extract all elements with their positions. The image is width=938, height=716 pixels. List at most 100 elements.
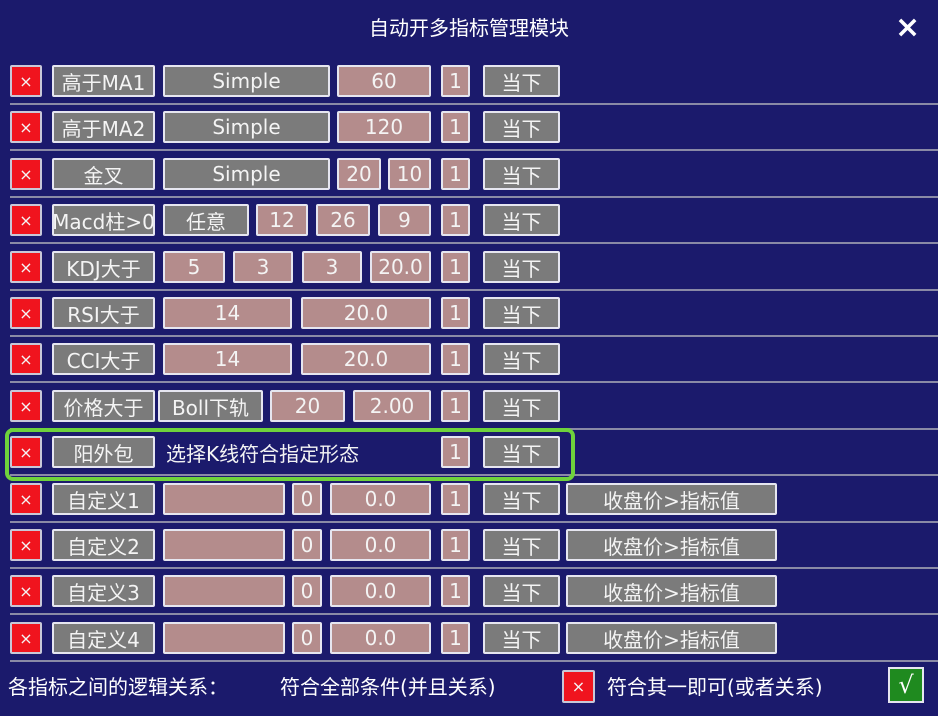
indicator-name-button[interactable]: 自定义4 <box>52 622 155 654</box>
button[interactable]: 当下 <box>483 575 560 607</box>
value-field[interactable]: 1 <box>441 390 470 422</box>
indicator-name-button[interactable]: 价格大于 <box>52 390 155 422</box>
value-field[interactable]: 0.0 <box>330 575 431 607</box>
remove-icon[interactable]: × <box>10 111 42 143</box>
button[interactable]: 收盘价>指标值 <box>566 483 777 515</box>
button[interactable]: 当下 <box>483 529 560 561</box>
value-field[interactable]: 20.0 <box>301 343 431 375</box>
row-divider <box>10 149 938 151</box>
value-field[interactable]: 3 <box>233 251 293 283</box>
value-field[interactable]: 5 <box>163 251 225 283</box>
or-option-checkbox[interactable]: √ <box>888 667 924 703</box>
value-field[interactable]: 3 <box>302 251 362 283</box>
button[interactable]: Simple <box>163 65 330 97</box>
indicator-name-button[interactable]: 自定义2 <box>52 529 155 561</box>
close-icon[interactable]: × <box>895 10 920 45</box>
value-field[interactable]: 20 <box>270 390 345 422</box>
remove-icon[interactable]: × <box>10 390 42 422</box>
indicator-name-button[interactable]: 金叉 <box>52 158 155 190</box>
value-field[interactable]: 1 <box>441 622 470 654</box>
indicator-name-button[interactable]: CCI大于 <box>52 343 155 375</box>
value-field[interactable]: 0.0 <box>330 622 431 654</box>
selected-row-highlight <box>5 428 575 481</box>
value-field[interactable]: 60 <box>337 65 431 97</box>
remove-icon[interactable]: × <box>10 251 42 283</box>
button[interactable]: Boll下轨 <box>158 390 263 422</box>
remove-icon[interactable]: × <box>10 65 42 97</box>
button[interactable]: 收盘价>指标值 <box>566 529 777 561</box>
value-field[interactable]: 20 <box>337 158 381 190</box>
button[interactable]: 当下 <box>483 622 560 654</box>
indicator-name-button[interactable]: 高于MA2 <box>52 111 155 143</box>
button[interactable]: Simple <box>163 111 330 143</box>
button[interactable]: 当下 <box>483 343 560 375</box>
value-field[interactable]: 0.0 <box>330 529 431 561</box>
value-field[interactable] <box>163 529 285 561</box>
button[interactable]: 当下 <box>483 158 560 190</box>
value-field[interactable]: 26 <box>316 204 370 236</box>
value-field[interactable] <box>163 575 285 607</box>
value-field[interactable]: 10 <box>388 158 431 190</box>
and-option-checkbox[interactable]: × <box>562 670 595 703</box>
value-field[interactable]: 20.0 <box>370 251 431 283</box>
button[interactable]: Simple <box>163 158 330 190</box>
remove-icon[interactable]: × <box>10 343 42 375</box>
value-field[interactable]: 1 <box>441 204 470 236</box>
remove-icon[interactable]: × <box>10 529 42 561</box>
value-field[interactable]: 1 <box>441 158 470 190</box>
indicator-name-button[interactable]: KDJ大于 <box>52 251 155 283</box>
value-field[interactable]: 9 <box>378 204 431 236</box>
button[interactable]: 当下 <box>483 111 560 143</box>
button[interactable]: 收盘价>指标值 <box>566 622 777 654</box>
indicator-name-button[interactable]: 自定义3 <box>52 575 155 607</box>
value-field[interactable]: 20.0 <box>301 297 431 329</box>
indicator-name-button[interactable]: 自定义1 <box>52 483 155 515</box>
value-field[interactable]: 1 <box>441 483 470 515</box>
row-divider <box>10 103 938 105</box>
button[interactable]: 当下 <box>483 390 560 422</box>
button[interactable]: 当下 <box>483 65 560 97</box>
value-field[interactable]: 1 <box>441 343 470 375</box>
remove-icon[interactable]: × <box>10 575 42 607</box>
or-option-label[interactable]: 符合其一即可(或者关系) <box>607 671 823 700</box>
value-field[interactable]: 0 <box>292 622 322 654</box>
indicator-name-button[interactable]: RSI大于 <box>52 297 155 329</box>
button[interactable]: 收盘价>指标值 <box>566 575 777 607</box>
value-field[interactable]: 0 <box>292 575 322 607</box>
value-field[interactable]: 1 <box>441 297 470 329</box>
button[interactable]: 当下 <box>483 297 560 329</box>
value-field[interactable]: 1 <box>441 65 470 97</box>
remove-icon[interactable]: × <box>10 297 42 329</box>
button[interactable]: 当下 <box>483 251 560 283</box>
value-field[interactable]: 14 <box>163 343 292 375</box>
button[interactable]: 当下 <box>483 204 560 236</box>
button[interactable]: 任意 <box>163 204 249 236</box>
value-field[interactable]: 1 <box>441 575 470 607</box>
row-divider <box>10 289 938 291</box>
value-field[interactable] <box>163 622 285 654</box>
and-option-label[interactable]: 符合全部条件(并且关系) <box>280 671 496 700</box>
indicator-name-button[interactable]: Macd柱>0 <box>52 204 155 236</box>
value-field[interactable]: 0 <box>292 529 322 561</box>
row-divider <box>10 567 938 569</box>
value-field[interactable]: 2.00 <box>353 390 431 422</box>
row-divider <box>10 613 938 615</box>
value-field[interactable]: 1 <box>441 529 470 561</box>
indicator-name-button[interactable]: 高于MA1 <box>52 65 155 97</box>
value-field[interactable]: 0.0 <box>330 483 431 515</box>
remove-icon[interactable]: × <box>10 158 42 190</box>
remove-icon[interactable]: × <box>10 622 42 654</box>
value-field[interactable]: 12 <box>256 204 308 236</box>
value-field[interactable]: 14 <box>163 297 292 329</box>
remove-icon[interactable]: × <box>10 204 42 236</box>
button[interactable]: 当下 <box>483 483 560 515</box>
value-field[interactable]: 120 <box>337 111 431 143</box>
remove-icon[interactable]: × <box>10 483 42 515</box>
value-field[interactable]: 0 <box>292 483 322 515</box>
value-field[interactable] <box>163 483 285 515</box>
row-divider <box>10 521 938 523</box>
row-divider <box>10 381 938 383</box>
value-field[interactable]: 1 <box>441 251 470 283</box>
value-field[interactable]: 1 <box>441 111 470 143</box>
window-title: 自动开多指标管理模块 <box>369 16 569 40</box>
